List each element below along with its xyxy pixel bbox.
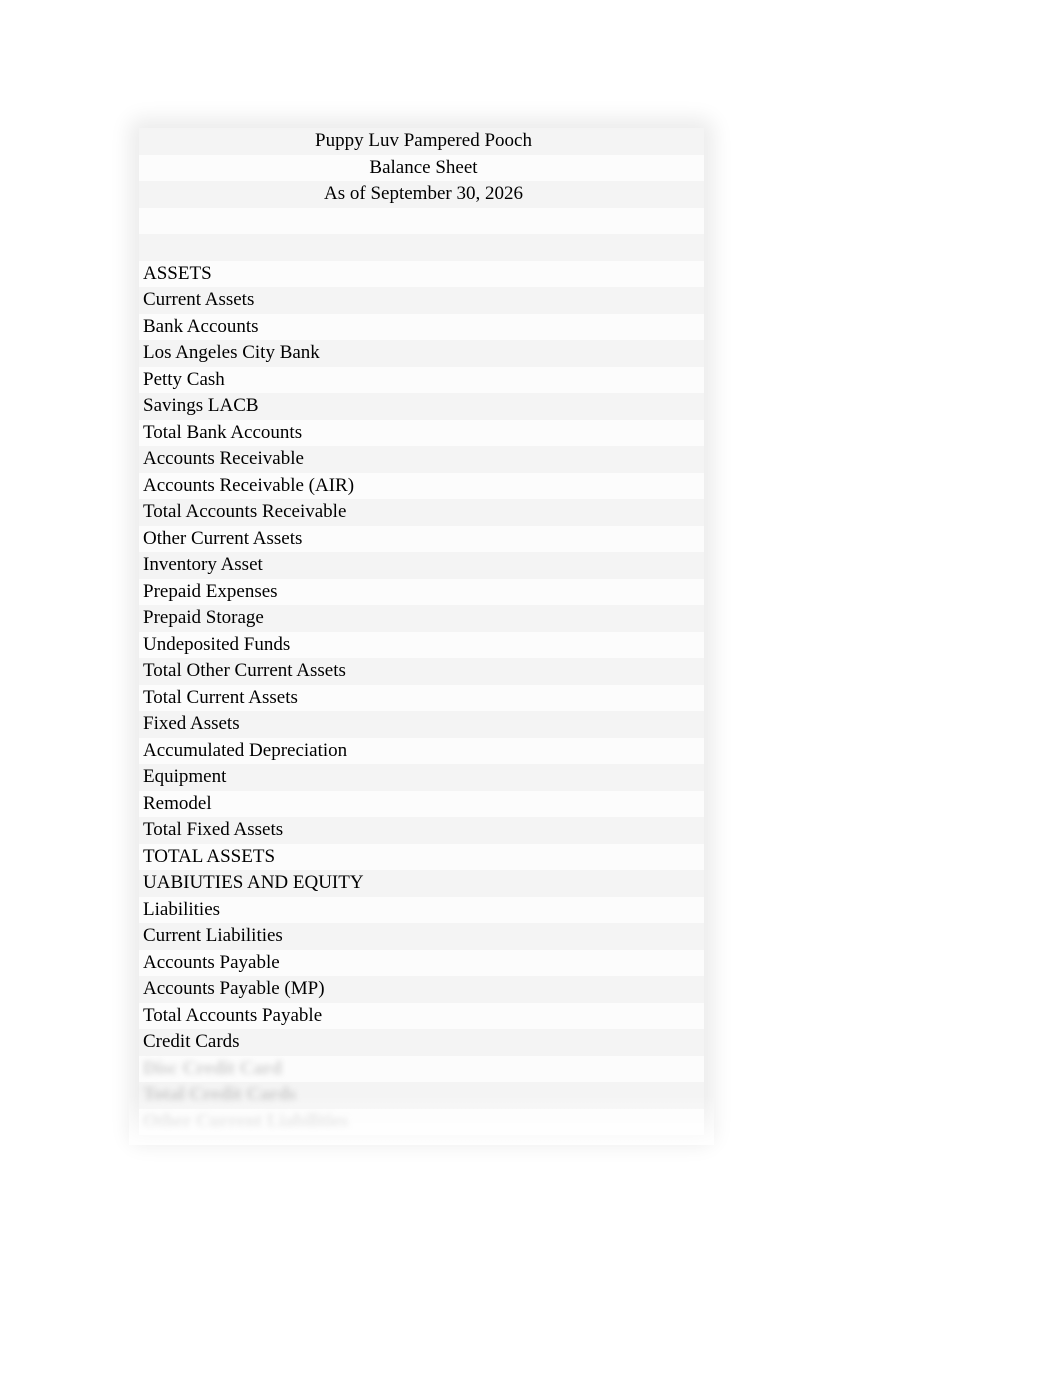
balance-sheet-document: Puppy Luv Pampered Pooch Balance Sheet A… [139,128,704,1135]
line-item-label: Savings LACB [143,395,259,416]
line-item-label: Current Liabilities [143,925,283,946]
blurred-preview-region: Disc Credit Card Total Credit Cards Othe… [139,1056,704,1136]
blurred-line-item: Total Credit Cards [143,1084,296,1105]
line-item-row: Other Current Assets [139,526,704,553]
line-item-label: TOTAL ASSETS [143,846,275,867]
line-item-row: Total Other Current Assets [139,658,704,685]
line-item-row: Equipment [139,764,704,791]
line-item-row: Current Assets [139,287,704,314]
blurred-line-item-row: Disc Credit Card [139,1056,704,1083]
line-item-label: Petty Cash [143,369,225,390]
line-item-row: Fixed Assets [139,711,704,738]
line-item-label: Total Fixed Assets [143,819,283,840]
line-item-label: Accounts Receivable (AIR) [143,475,354,496]
line-item-label: Total Bank Accounts [143,422,302,443]
blurred-line-item-row: Other Current Liabilities [139,1109,704,1136]
line-item-row: Total Current Assets [139,685,704,712]
line-item-row: Los Angeles City Bank [139,340,704,367]
line-item-row: Liabilities [139,897,704,924]
line-item-row: Accumulated Depreciation [139,738,704,765]
blurred-line-item: Other Current Liabilities [143,1111,348,1132]
blurred-line-item: Disc Credit Card [143,1058,282,1079]
line-item-row: Remodel [139,791,704,818]
blurred-line-item-row: Total Credit Cards [139,1082,704,1109]
line-item-row: Savings LACB [139,393,704,420]
company-name: Puppy Luv Pampered Pooch [315,130,532,151]
line-item-row: Undeposited Funds [139,632,704,659]
as-of-date-row: As of September 30, 2026 [139,181,704,208]
line-item-label: Undeposited Funds [143,634,290,655]
line-item-label: Total Accounts Payable [143,1005,322,1026]
line-item-label: ASSETS [143,263,212,284]
line-item-row: Total Accounts Payable [139,1003,704,1030]
line-item-row: Inventory Asset [139,552,704,579]
blank-row [139,234,704,261]
blank-row [139,208,704,235]
line-item-label: Current Assets [143,289,254,310]
line-item-row: ASSETS [139,261,704,288]
line-item-row: Accounts Payable [139,950,704,977]
line-item-label: Total Accounts Receivable [143,501,346,522]
line-item-label: Accounts Receivable [143,448,304,469]
line-item-row: TOTAL ASSETS [139,844,704,871]
line-item-row: Petty Cash [139,367,704,394]
line-item-label: Equipment [143,766,226,787]
line-item-label: Credit Cards [143,1031,240,1052]
line-item-label: Other Current Assets [143,528,302,549]
line-item-row: Total Bank Accounts [139,420,704,447]
line-item-row: Accounts Receivable [139,446,704,473]
report-title-row: Balance Sheet [139,155,704,182]
line-item-label: Accumulated Depreciation [143,740,347,761]
line-item-row: UABIUTIES AND EQUITY [139,870,704,897]
line-item-label: Inventory Asset [143,554,263,575]
line-item-label: Los Angeles City Bank [143,342,320,363]
line-item-label: UABIUTIES AND EQUITY [143,872,364,893]
as-of-date: As of September 30, 2026 [324,183,523,204]
line-item-row: Credit Cards [139,1029,704,1056]
line-item-label: Bank Accounts [143,316,259,337]
line-item-row: Current Liabilities [139,923,704,950]
line-item-label: Liabilities [143,899,220,920]
line-item-label: Prepaid Storage [143,607,264,628]
line-item-label: Accounts Payable (MP) [143,978,325,999]
line-item-label: Prepaid Expenses [143,581,278,602]
line-item-row: Total Accounts Receivable [139,499,704,526]
line-item-row: Bank Accounts [139,314,704,341]
line-item-row: Total Fixed Assets [139,817,704,844]
line-item-label: Accounts Payable [143,952,280,973]
line-item-row: Accounts Payable (MP) [139,976,704,1003]
report-title: Balance Sheet [369,157,477,178]
line-item-row: Prepaid Expenses [139,579,704,606]
line-item-label: Total Current Assets [143,687,298,708]
line-item-label: Total Other Current Assets [143,660,346,681]
line-item-row: Accounts Receivable (AIR) [139,473,704,500]
company-name-row: Puppy Luv Pampered Pooch [139,128,704,155]
line-item-label: Remodel [143,793,212,814]
line-item-row: Prepaid Storage [139,605,704,632]
line-item-label: Fixed Assets [143,713,240,734]
